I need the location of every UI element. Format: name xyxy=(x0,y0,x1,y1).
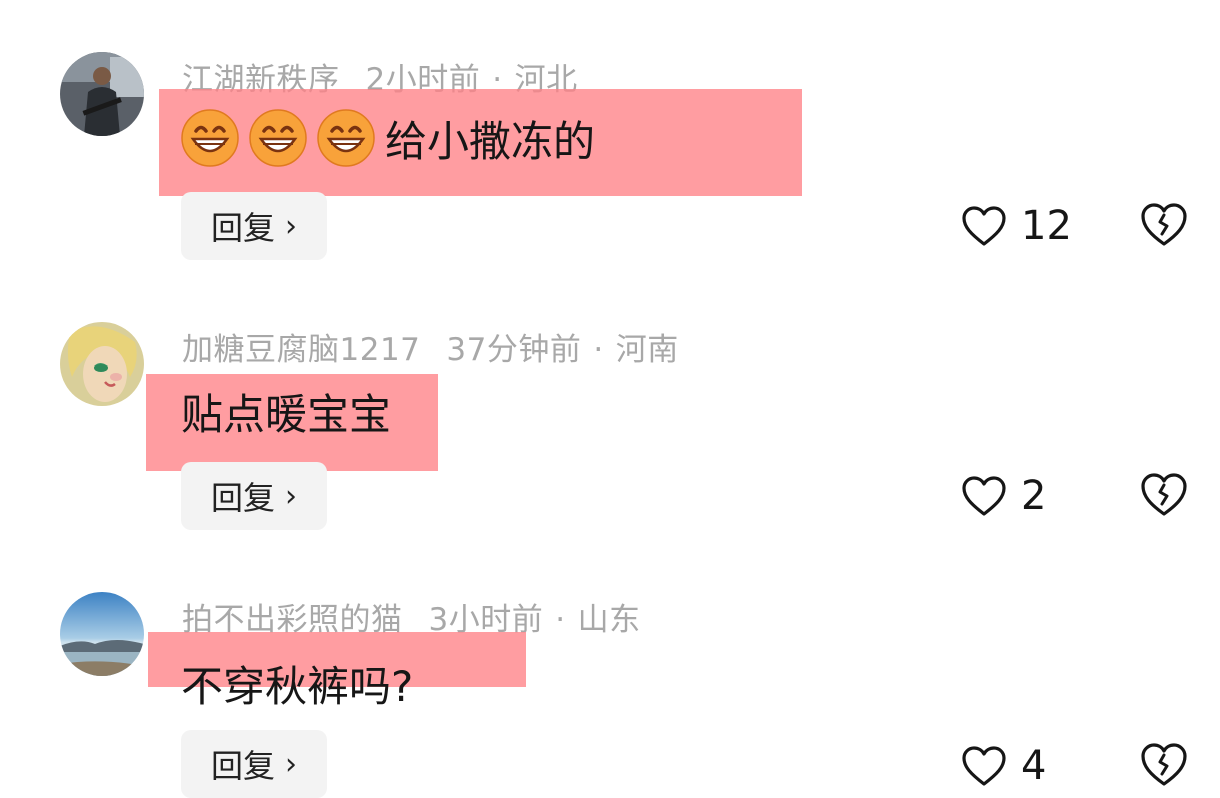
reply-label: 回复 xyxy=(210,747,275,785)
location: 山东 xyxy=(577,602,641,638)
broken-heart-icon[interactable] xyxy=(1140,741,1188,789)
avatar[interactable] xyxy=(60,592,144,676)
chevron-right-icon: › xyxy=(285,746,297,782)
like-count: 4 xyxy=(1021,743,1047,789)
comment-text: 不穿秋裤吗? xyxy=(181,650,413,716)
comment-item: 拍不出彩照的猫 3小时前 · 山东 不穿秋裤吗? 回复 › 4 xyxy=(0,0,1220,798)
heart-icon xyxy=(962,746,1006,786)
like-button[interactable]: 4 xyxy=(961,741,1046,791)
comment-text-content: 不穿秋裤吗? xyxy=(181,661,414,711)
reply-button[interactable]: 回复 › xyxy=(181,730,327,798)
